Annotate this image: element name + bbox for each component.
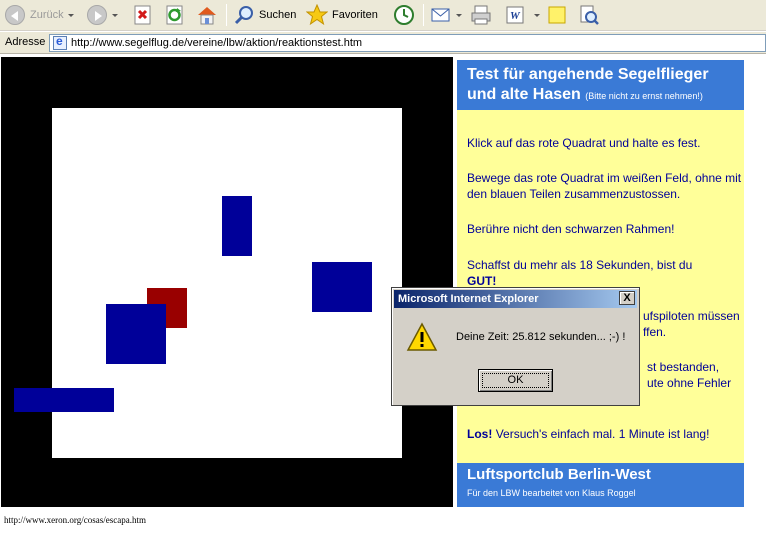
history-button[interactable] — [393, 2, 415, 28]
warning-icon — [406, 322, 438, 354]
mail-button[interactable] — [430, 2, 462, 28]
address-label: Adresse — [5, 36, 46, 48]
dialog-message: Deine Zeit: 25.812 sekunden... ;-) ! — [456, 331, 626, 343]
forward-icon — [86, 4, 108, 26]
instruction-4: Schaffst du mehr als 18 Sekunden, bist d… — [467, 257, 747, 289]
favorites-icon — [305, 3, 329, 26]
instruction-6-partial: st bestanden, ute ohne Fehler — [647, 359, 743, 391]
blue-block-wide — [14, 388, 114, 412]
address-url: http://www.segelflug.de/vereine/lbw/akti… — [71, 37, 363, 49]
sidebar-footer: Luftsportclub Berlin-West Für den LBW be… — [457, 463, 744, 507]
back-label: Zurück — [30, 9, 64, 21]
instruction-7-bold: Los! — [467, 427, 493, 441]
instruction-7-text: Versuch's einfach mal. 1 Minute ist lang… — [495, 427, 710, 441]
title-note: (Bitte nicht zu ernst nehmen!) — [585, 91, 703, 101]
favorites-label: Favoriten — [332, 9, 378, 21]
instruction-5-line2: ffen. — [643, 325, 667, 339]
print-button[interactable] — [470, 2, 492, 28]
forward-button[interactable] — [86, 2, 118, 28]
chevron-down-icon — [112, 13, 118, 17]
address-bar: Adresse http://www.segelflug.de/vereine/… — [0, 32, 766, 54]
blue-block-right — [312, 262, 372, 312]
address-input[interactable]: http://www.segelflug.de/vereine/lbw/akti… — [49, 34, 766, 52]
credit-text: Für den LBW bearbeitet von Klaus Roggel — [467, 488, 636, 498]
instruction-4-text: Schaffst du mehr als 18 Sekunden, bist d… — [467, 258, 693, 272]
back-icon — [4, 4, 26, 26]
instruction-7: Los! Versuch's einfach mal. 1 Minute ist… — [467, 426, 747, 442]
status-text: http://www.xeron.org/cosas/escapa.htm — [4, 515, 146, 525]
dialog-title: Microsoft Internet Explorer — [394, 290, 637, 308]
instruction-5-partial: ufspiloten müssen ffen. — [643, 308, 743, 340]
favorites-button[interactable]: Favoriten — [305, 2, 378, 28]
instruction-5-line1: ufspiloten müssen — [643, 309, 740, 323]
print-icon — [470, 4, 492, 26]
game-frame — [1, 57, 453, 507]
ok-button[interactable]: OK — [478, 369, 553, 392]
instruction-6-line1: st bestanden, — [647, 360, 720, 374]
instruction-2: Bewege das rote Quadrat im weißen Feld, … — [467, 171, 742, 201]
back-button[interactable]: Zurück — [4, 2, 74, 28]
blue-block-tall — [222, 196, 252, 256]
sidebar-title: Test für angehende Segelflieger und alte… — [457, 60, 744, 110]
svg-text:W: W — [510, 10, 521, 22]
notes-icon — [546, 4, 568, 26]
blue-block-square — [106, 304, 166, 364]
chevron-down-icon — [534, 13, 540, 17]
research-button[interactable] — [578, 2, 600, 28]
page-icon — [53, 34, 67, 50]
dialog-close-button[interactable]: X — [619, 291, 635, 305]
instruction-1: Klick auf das rote Quadrat und halte es … — [467, 136, 701, 150]
edit-button[interactable]: W — [504, 2, 540, 28]
mail-icon — [430, 4, 452, 26]
home-icon — [196, 4, 218, 26]
research-icon — [578, 4, 600, 26]
chevron-down-icon — [67, 13, 74, 17]
page-content: Test für angehende Segelflieger und alte… — [0, 55, 766, 510]
home-button[interactable] — [196, 2, 218, 28]
search-button[interactable]: Suchen — [233, 2, 296, 28]
history-icon — [393, 4, 415, 26]
search-label: Suchen — [259, 9, 297, 21]
instruction-6-line2: ute ohne Fehler — [647, 376, 732, 390]
browser-toolbar: Zurück Suchen Favoriten W — [0, 0, 766, 31]
page-title: Test für angehende Segelflieger und alte… — [467, 65, 734, 106]
chevron-down-icon — [456, 13, 462, 17]
status-bar: http://www.xeron.org/cosas/escapa.htm — [0, 512, 766, 536]
refresh-icon — [164, 4, 186, 26]
instruction-3: Berühre nicht den schwarzen Rahmen! — [467, 222, 675, 236]
alert-dialog: Microsoft Internet Explorer X Deine Zeit… — [391, 287, 640, 406]
stop-button[interactable] — [132, 2, 154, 28]
stop-icon — [132, 4, 154, 26]
instruction-4-bold: GUT! — [467, 274, 497, 288]
notes-button[interactable] — [546, 2, 568, 28]
edit-word-icon: W — [504, 4, 526, 26]
search-icon — [233, 4, 255, 26]
refresh-button[interactable] — [164, 2, 186, 28]
club-name: Luftsportclub Berlin-West — [467, 466, 651, 483]
